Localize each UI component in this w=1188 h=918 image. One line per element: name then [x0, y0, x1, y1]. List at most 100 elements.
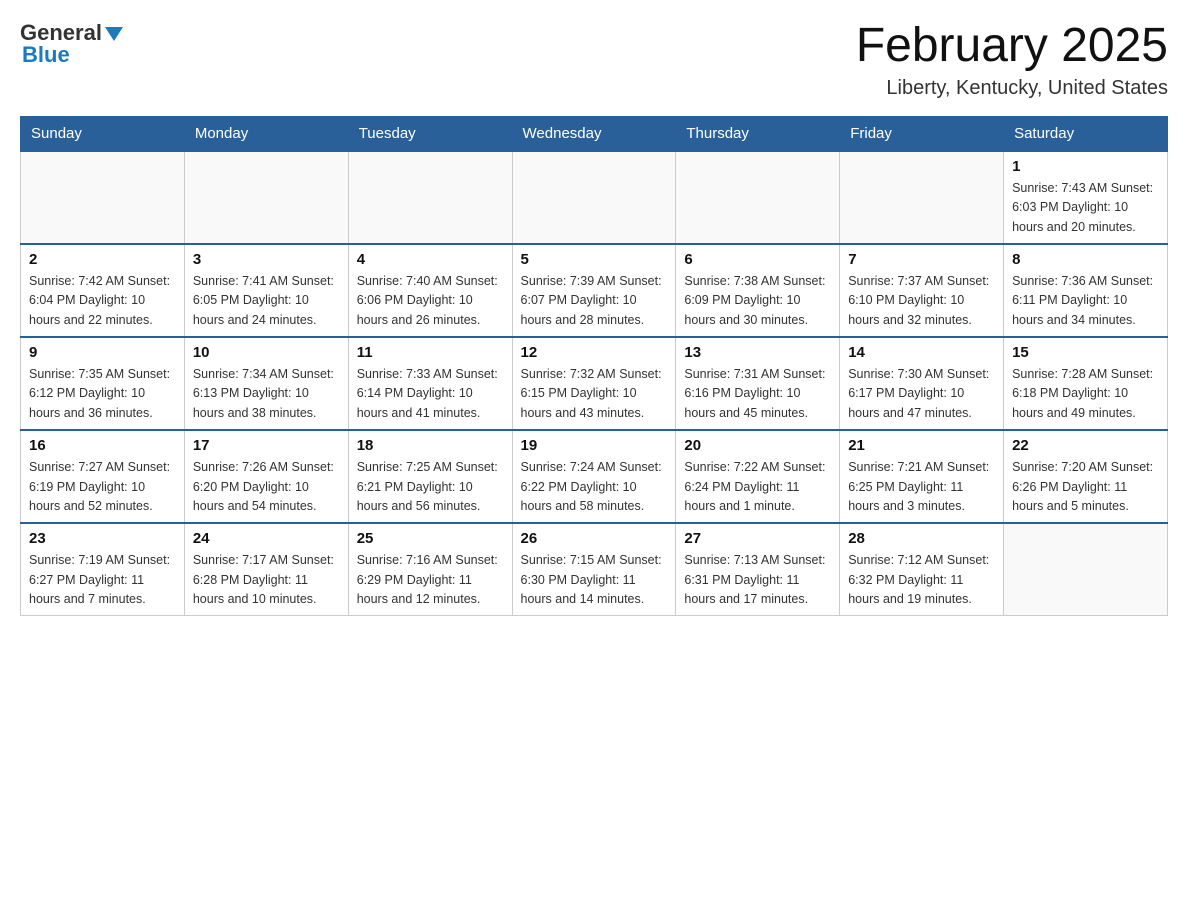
- day-number: 9: [29, 344, 176, 361]
- calendar-day: 7 Sunrise: 7:37 AM Sunset: 6:10 PM Daylig…: [840, 244, 1004, 337]
- day-number: 17: [193, 437, 340, 454]
- day-number: 19: [521, 437, 668, 454]
- day-info: Sunrise: 7:40 AM Sunset: 6:06 PM Dayligh…: [357, 272, 504, 330]
- day-number: 13: [684, 344, 831, 361]
- calendar-day: 15Sunrise: 7:28 AM Sunset: 6:18 PM Dayli…: [1004, 337, 1168, 430]
- calendar-day: 18 Sunrise: 7:25 AM Sunset: 6:21 PM Dayli…: [348, 430, 512, 523]
- day-info: Sunrise: 7:25 AM Sunset: 6:21 PM Dayligh…: [357, 458, 504, 516]
- calendar-table: SundayMondayTuesdayWednesdayThursdayFrid…: [20, 116, 1168, 617]
- calendar-day: 22 Sunrise: 7:20 AM Sunset: 6:26 PM Dayli…: [1004, 430, 1168, 523]
- day-info: Sunrise: 7:13 AM Sunset: 6:31 PM Dayligh…: [684, 551, 831, 609]
- day-info: Sunrise: 7:15 AM Sunset: 6:30 PM Dayligh…: [521, 551, 668, 609]
- location: Liberty, Kentucky, United States: [856, 77, 1168, 100]
- week-row: 16 Sunrise: 7:27 AM Sunset: 6:19 PM Dayli…: [21, 430, 1168, 523]
- day-number: 10: [193, 344, 340, 361]
- day-number: 16: [29, 437, 176, 454]
- day-number: 24: [193, 530, 340, 547]
- day-info: Sunrise: 7:26 AM Sunset: 6:20 PM Dayligh…: [193, 458, 340, 516]
- calendar-day: [840, 151, 1004, 244]
- calendar-day: 6 Sunrise: 7:38 AM Sunset: 6:09 PM Daylig…: [676, 244, 840, 337]
- calendar-day: 25 Sunrise: 7:16 AM Sunset: 6:29 PM Dayli…: [348, 523, 512, 616]
- day-of-week-header: Sunday: [21, 116, 185, 151]
- day-number: 11: [357, 344, 504, 361]
- day-number: 22: [1012, 437, 1159, 454]
- day-info: Sunrise: 7:36 AM Sunset: 6:11 PM Dayligh…: [1012, 272, 1159, 330]
- day-number: 25: [357, 530, 504, 547]
- day-info: Sunrise: 7:43 AM Sunset: 6:03 PM Dayligh…: [1012, 179, 1159, 237]
- day-info: Sunrise: 7:30 AM Sunset: 6:17 PM Dayligh…: [848, 365, 995, 423]
- day-number: 14: [848, 344, 995, 361]
- calendar-day: 12 Sunrise: 7:32 AM Sunset: 6:15 PM Dayli…: [512, 337, 676, 430]
- calendar-day: 1Sunrise: 7:43 AM Sunset: 6:03 PM Daylig…: [1004, 151, 1168, 244]
- calendar-day: 5 Sunrise: 7:39 AM Sunset: 6:07 PM Daylig…: [512, 244, 676, 337]
- day-number: 26: [521, 530, 668, 547]
- day-info: Sunrise: 7:17 AM Sunset: 6:28 PM Dayligh…: [193, 551, 340, 609]
- calendar-day: 21 Sunrise: 7:21 AM Sunset: 6:25 PM Dayli…: [840, 430, 1004, 523]
- day-info: Sunrise: 7:12 AM Sunset: 6:32 PM Dayligh…: [848, 551, 995, 609]
- calendar-day: [512, 151, 676, 244]
- day-info: Sunrise: 7:38 AM Sunset: 6:09 PM Dayligh…: [684, 272, 831, 330]
- day-number: 7: [848, 251, 995, 268]
- day-info: Sunrise: 7:22 AM Sunset: 6:24 PM Dayligh…: [684, 458, 831, 516]
- day-info: Sunrise: 7:39 AM Sunset: 6:07 PM Dayligh…: [521, 272, 668, 330]
- day-info: Sunrise: 7:32 AM Sunset: 6:15 PM Dayligh…: [521, 365, 668, 423]
- day-info: Sunrise: 7:42 AM Sunset: 6:04 PM Dayligh…: [29, 272, 176, 330]
- day-number: 5: [521, 251, 668, 268]
- day-info: Sunrise: 7:24 AM Sunset: 6:22 PM Dayligh…: [521, 458, 668, 516]
- day-number: 6: [684, 251, 831, 268]
- week-row: 2 Sunrise: 7:42 AM Sunset: 6:04 PM Daylig…: [21, 244, 1168, 337]
- calendar-day: 8 Sunrise: 7:36 AM Sunset: 6:11 PM Daylig…: [1004, 244, 1168, 337]
- week-row: 23 Sunrise: 7:19 AM Sunset: 6:27 PM Dayli…: [21, 523, 1168, 616]
- calendar-day: 28Sunrise: 7:12 AM Sunset: 6:32 PM Dayli…: [840, 523, 1004, 616]
- day-info: Sunrise: 7:16 AM Sunset: 6:29 PM Dayligh…: [357, 551, 504, 609]
- logo-blue: Blue: [22, 42, 70, 68]
- week-row: 9 Sunrise: 7:35 AM Sunset: 6:12 PM Daylig…: [21, 337, 1168, 430]
- day-info: Sunrise: 7:41 AM Sunset: 6:05 PM Dayligh…: [193, 272, 340, 330]
- day-number: 20: [684, 437, 831, 454]
- calendar-day: 9 Sunrise: 7:35 AM Sunset: 6:12 PM Daylig…: [21, 337, 185, 430]
- day-number: 2: [29, 251, 176, 268]
- calendar-day: [348, 151, 512, 244]
- day-of-week-header: Monday: [184, 116, 348, 151]
- calendar-day: 13Sunrise: 7:31 AM Sunset: 6:16 PM Dayli…: [676, 337, 840, 430]
- calendar-day: 4 Sunrise: 7:40 AM Sunset: 6:06 PM Daylig…: [348, 244, 512, 337]
- day-of-week-header: Friday: [840, 116, 1004, 151]
- day-info: Sunrise: 7:33 AM Sunset: 6:14 PM Dayligh…: [357, 365, 504, 423]
- day-info: Sunrise: 7:37 AM Sunset: 6:10 PM Dayligh…: [848, 272, 995, 330]
- calendar-header-row: SundayMondayTuesdayWednesdayThursdayFrid…: [21, 116, 1168, 151]
- day-info: Sunrise: 7:27 AM Sunset: 6:19 PM Dayligh…: [29, 458, 176, 516]
- calendar-day: [21, 151, 185, 244]
- month-title: February 2025: [856, 20, 1168, 73]
- day-info: Sunrise: 7:34 AM Sunset: 6:13 PM Dayligh…: [193, 365, 340, 423]
- calendar-day: 2 Sunrise: 7:42 AM Sunset: 6:04 PM Daylig…: [21, 244, 185, 337]
- title-block: February 2025 Liberty, Kentucky, United …: [856, 20, 1168, 100]
- logo-triangle-icon: [105, 27, 123, 41]
- calendar-day: 3Sunrise: 7:41 AM Sunset: 6:05 PM Daylig…: [184, 244, 348, 337]
- day-number: 21: [848, 437, 995, 454]
- page-header: General Blue February 2025 Liberty, Kent…: [20, 20, 1168, 100]
- day-of-week-header: Tuesday: [348, 116, 512, 151]
- logo: General Blue: [20, 20, 123, 68]
- day-info: Sunrise: 7:20 AM Sunset: 6:26 PM Dayligh…: [1012, 458, 1159, 516]
- day-info: Sunrise: 7:19 AM Sunset: 6:27 PM Dayligh…: [29, 551, 176, 609]
- calendar-day: 14 Sunrise: 7:30 AM Sunset: 6:17 PM Dayli…: [840, 337, 1004, 430]
- calendar-day: [1004, 523, 1168, 616]
- day-number: 18: [357, 437, 504, 454]
- calendar-day: 10 Sunrise: 7:34 AM Sunset: 6:13 PM Dayli…: [184, 337, 348, 430]
- calendar-day: [184, 151, 348, 244]
- day-number: 27: [684, 530, 831, 547]
- day-number: 12: [521, 344, 668, 361]
- calendar-day: 17 Sunrise: 7:26 AM Sunset: 6:20 PM Dayli…: [184, 430, 348, 523]
- calendar-day: 27 Sunrise: 7:13 AM Sunset: 6:31 PM Dayli…: [676, 523, 840, 616]
- calendar-day: 16 Sunrise: 7:27 AM Sunset: 6:19 PM Dayli…: [21, 430, 185, 523]
- calendar-day: 19 Sunrise: 7:24 AM Sunset: 6:22 PM Dayli…: [512, 430, 676, 523]
- calendar-day: 24 Sunrise: 7:17 AM Sunset: 6:28 PM Dayli…: [184, 523, 348, 616]
- calendar-day: 26 Sunrise: 7:15 AM Sunset: 6:30 PM Dayli…: [512, 523, 676, 616]
- day-number: 23: [29, 530, 176, 547]
- day-info: Sunrise: 7:28 AM Sunset: 6:18 PM Dayligh…: [1012, 365, 1159, 423]
- day-of-week-header: Thursday: [676, 116, 840, 151]
- day-info: Sunrise: 7:21 AM Sunset: 6:25 PM Dayligh…: [848, 458, 995, 516]
- day-number: 4: [357, 251, 504, 268]
- day-info: Sunrise: 7:35 AM Sunset: 6:12 PM Dayligh…: [29, 365, 176, 423]
- day-number: 8: [1012, 251, 1159, 268]
